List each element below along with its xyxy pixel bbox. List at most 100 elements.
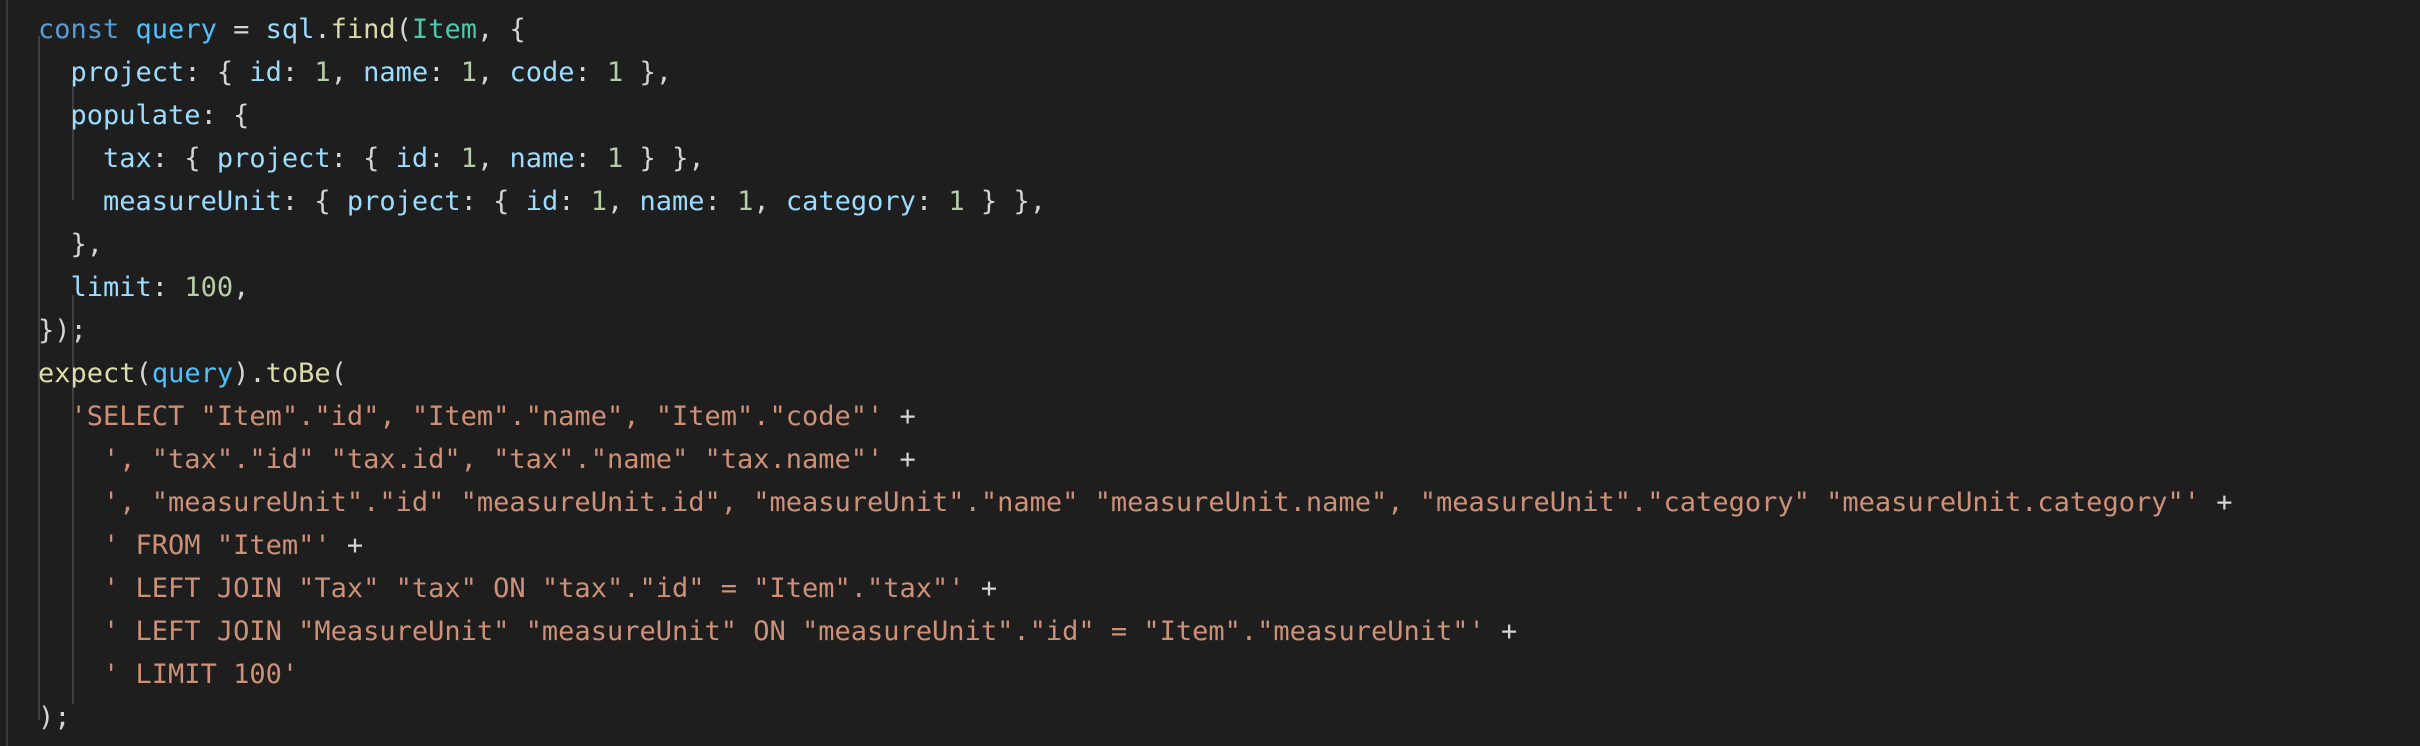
code-token: : [574,143,608,174]
code-token: : [151,272,185,303]
code-token: + [330,530,364,561]
code-token: . [314,14,331,45]
code-token: sql [265,14,315,45]
code-token: ' LEFT JOIN "Tax" "tax" ON "tax"."id" = … [103,573,965,604]
code-token: : [704,186,738,217]
code-token: + [964,573,998,604]
code-token: 1 [607,57,624,88]
code-token: , [233,272,250,303]
code-token: 1 [460,143,477,174]
code-token: : [428,143,461,174]
code-token: ', "tax"."id" "tax.id", "tax"."name" "ta… [103,444,884,475]
code-token: name [509,143,575,174]
code-token: 1 [737,186,754,217]
code-token: limit [70,272,152,303]
code-line[interactable]: limit: 100, [38,266,250,309]
code-token: = [216,14,266,45]
code-token: : { [281,186,347,217]
code-token: , [753,186,786,217]
code-token: , [476,57,510,88]
code-token: : [574,57,608,88]
indent-guide [6,0,8,746]
code-line[interactable]: ' LEFT JOIN "MeasureUnit" "measureUnit" … [38,610,1517,653]
code-token: 1 [948,186,965,217]
code-token: + [883,401,916,432]
code-token: ( [135,358,152,389]
code-token: }, [623,57,673,88]
code-token: : [428,57,461,88]
code-token: project [70,57,185,88]
code-line[interactable]: ', "tax"."id" "tax.id", "tax"."name" "ta… [38,438,916,481]
code-token: name [363,57,429,88]
code-token: project [216,143,331,174]
code-token: 1 [607,143,624,174]
code-token: name [639,186,705,217]
code-token: id [395,143,429,174]
code-token: Item [411,14,477,45]
code-token: ' LIMIT 100' [103,659,299,690]
code-line[interactable]: ' LEFT JOIN "Tax" "tax" ON "tax"."id" = … [38,567,997,610]
code-token: ' FROM "Item"' [103,530,331,561]
code-token: ' LEFT JOIN "MeasureUnit" "measureUnit" … [103,616,1485,647]
code-token: , [476,143,510,174]
code-token: + [883,444,916,475]
code-token: : [558,186,591,217]
code-token: }, [38,229,104,260]
code-token: toBe [265,358,331,389]
code-token: } }, [623,143,705,174]
code-token: code [509,57,575,88]
code-token: ); [38,702,71,733]
code-line[interactable]: 'SELECT "Item"."id", "Item"."name", "Ite… [38,395,916,438]
code-token: measureUnit [103,186,282,217]
code-token: populate [70,100,201,131]
code-token: project [346,186,461,217]
code-line[interactable]: populate: { [38,94,250,137]
code-token: id [249,57,282,88]
code-line[interactable]: ' FROM "Item"' + [38,524,363,567]
code-line[interactable]: const query = sql.find(Item, { [38,8,526,51]
code-line[interactable]: ', "measureUnit"."id" "measureUnit.id", … [38,481,2233,524]
code-line[interactable]: }); [38,309,87,352]
code-line[interactable]: ); [38,696,71,739]
code-editor[interactable]: const query = sql.find(Item, { project: … [0,0,2420,746]
code-line[interactable]: measureUnit: { project: { id: 1, name: 1… [38,180,1046,223]
code-token: ( [395,14,412,45]
code-token: category [785,186,916,217]
code-token: const [38,14,120,45]
code-token: : { [330,143,396,174]
code-token: : [915,186,949,217]
code-token: : { [184,57,250,88]
code-line[interactable]: tax: { project: { id: 1, name: 1 } }, [38,137,705,180]
code-token: : [281,57,315,88]
code-line[interactable]: expect(query).toBe( [38,352,347,395]
code-token: 1 [590,186,607,217]
code-token: tax [103,143,152,174]
code-token: ', "measureUnit"."id" "measureUnit.id", … [103,487,2200,518]
code-token: query [151,358,234,389]
code-token: + [2199,487,2233,518]
code-token: query [135,14,217,45]
code-token: : { [151,143,217,174]
code-line[interactable]: project: { id: 1, name: 1, code: 1 }, [38,51,673,94]
code-token: ). [233,358,266,389]
code-token: : { [200,100,250,131]
code-token: }); [38,315,87,346]
code-line[interactable]: ' LIMIT 100' [38,653,298,696]
code-token: id [525,186,559,217]
code-token: , { [476,14,526,45]
code-line[interactable]: }, [38,223,104,266]
code-token: 1 [460,57,477,88]
code-token: 100 [184,272,234,303]
